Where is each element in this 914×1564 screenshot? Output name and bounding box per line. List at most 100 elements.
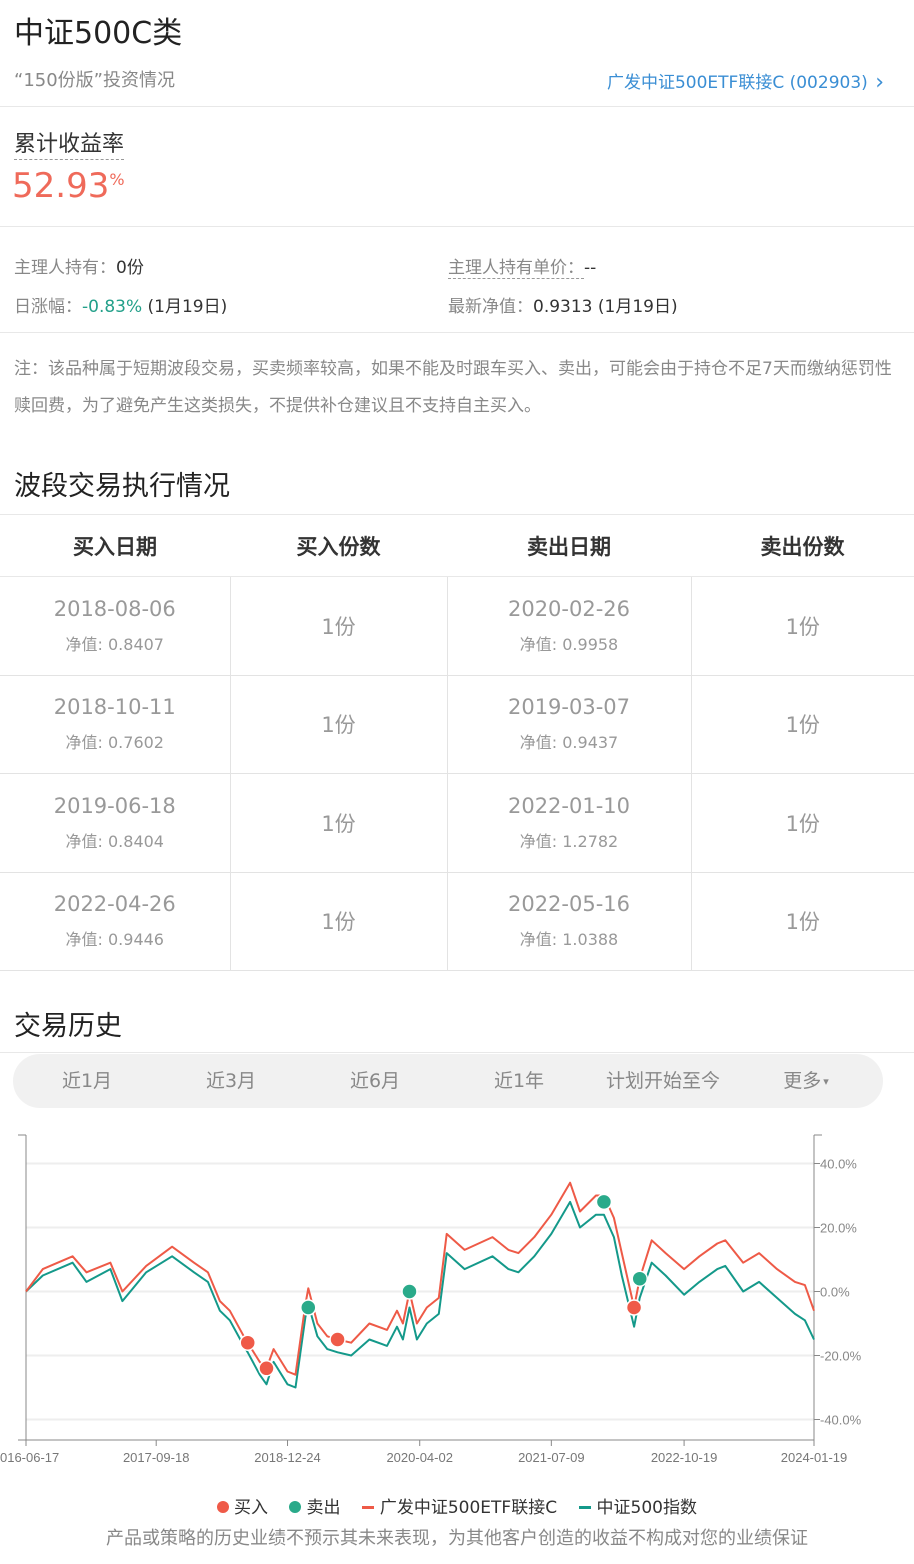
- sell-qty-cell: 1份: [690, 872, 914, 971]
- tab-1y[interactable]: 近1年: [449, 1054, 589, 1108]
- col-header-sell-qty: 卖出份数: [691, 514, 914, 577]
- x-tick-label: 2021-07-09: [518, 1450, 585, 1465]
- sell-nav: 净值: 1.0388: [519, 930, 619, 950]
- cum-return-label[interactable]: 累计收益率: [14, 126, 125, 160]
- history-section-title: 交易历史: [14, 1011, 122, 1042]
- buy-marker: [625, 1299, 643, 1316]
- buy-marker: [258, 1360, 275, 1377]
- buy-date-cell: 2018-10-11 净值: 0.7602: [0, 675, 230, 774]
- daily-change-date: (1月19日): [147, 297, 228, 317]
- chevron-right-icon: ›: [875, 70, 884, 95]
- sell-nav: 净值: 0.9437: [519, 733, 619, 753]
- buy-qty-cell: 1份: [229, 675, 447, 774]
- sell-marker: [631, 1270, 648, 1287]
- range-tabs: 近1月 近3月 近6月 近1年 计划开始至今 更多 ▾: [13, 1054, 883, 1108]
- buy-nav: 净值: 0.9446: [65, 930, 164, 950]
- plan-subtitle: “150份版”投资情况: [14, 70, 176, 91]
- col-header-sell-date: 卖出日期: [447, 514, 691, 577]
- sell-date: 2022-01-10: [507, 793, 631, 818]
- sell-qty: 1份: [785, 713, 820, 738]
- divider: [0, 1052, 914, 1053]
- divider: [0, 332, 914, 333]
- sell-date-cell: 2020-02-26 净值: 0.9958: [446, 576, 691, 676]
- buy-qty-cell: 1份: [229, 576, 447, 676]
- latest-nav-value: 0.9313: [533, 297, 593, 317]
- chart-legend: 买入 卖出 广发中证500ETF联接C 中证500指数: [0, 1493, 914, 1518]
- sell-nav: 净值: 0.9958: [519, 634, 619, 654]
- buy-nav: 净值: 0.7602: [65, 733, 164, 753]
- sell-date-cell: 2022-05-16 净值: 1.0388: [446, 872, 691, 971]
- legend-sell-label: 卖出: [306, 1498, 341, 1518]
- sell-date: 2019-03-07: [507, 695, 631, 720]
- x-tick-label: 2022-10-19: [651, 1450, 718, 1465]
- buy-qty: 1份: [321, 910, 356, 935]
- x-tick-label: 2018-12-24: [254, 1450, 321, 1465]
- divider: [0, 226, 914, 227]
- cum-return-unit: %: [109, 170, 125, 189]
- y-tick-label: -40.0%: [820, 1413, 862, 1428]
- daily-change-value: -0.83%: [82, 297, 143, 317]
- x-tick-label: 2020-04-02: [386, 1450, 453, 1465]
- table-header-row: 买入日期 买入份数 卖出日期 卖出份数: [0, 514, 914, 577]
- return-chart[interactable]: 40.0% 20.0% 0.0% -20.0% -40.0% 2016-06-17 2017…: [0, 1120, 914, 1480]
- latest-nav-info: 最新净值：0.9313 (1月19日): [448, 292, 678, 317]
- legend-fund[interactable]: 广发中证500ETF联接C: [361, 1493, 558, 1518]
- sell-marker: [595, 1193, 613, 1211]
- tab-3m[interactable]: 近3月: [161, 1054, 301, 1108]
- cum-return-number: 52.93: [12, 166, 110, 206]
- buy-date-cell: 2018-08-06 净值: 0.8407: [0, 576, 230, 676]
- col-header-buy-qty: 买入份数: [230, 514, 447, 577]
- index-series-line: [25, 1200, 815, 1389]
- buy-date: 2018-08-06: [53, 596, 176, 621]
- tab-more-label: 更多: [783, 1070, 822, 1092]
- y-tick-label: 0.0%: [820, 1285, 850, 1300]
- buy-date-cell: 2019-06-18 净值: 0.8404: [0, 773, 230, 873]
- sell-qty: 1份: [785, 614, 820, 639]
- latest-nav-date: (1月19日): [597, 297, 678, 317]
- buy-date: 2019-06-18: [53, 793, 176, 818]
- daily-change-info: 日涨幅：-0.83% (1月19日): [14, 292, 227, 317]
- buy-qty: 1份: [321, 713, 356, 738]
- legend-fund-label: 广发中证500ETF联接C: [379, 1498, 558, 1518]
- divider: [0, 106, 914, 107]
- x-tick-label: 2017-09-18: [123, 1450, 190, 1465]
- buy-qty-cell: 1份: [229, 773, 447, 873]
- table-row: 2019-06-18 净值: 0.8404 1份 2022-01-10 净值: 1.…: [0, 773, 914, 873]
- tab-1m[interactable]: 近1月: [17, 1054, 157, 1108]
- buy-date: 2022-04-26: [53, 892, 176, 917]
- buy-marker: [329, 1331, 346, 1348]
- legend-buy[interactable]: 买入: [217, 1493, 268, 1518]
- y-tick-label: 20.0%: [820, 1221, 857, 1236]
- buy-dot-icon: [217, 1501, 230, 1513]
- sell-date: 2020-02-26: [507, 596, 631, 621]
- sell-date-cell: 2019-03-07 净值: 0.9437: [446, 675, 691, 774]
- fund-series-line: [25, 1181, 815, 1376]
- buy-qty-cell: 1份: [229, 872, 447, 971]
- tab-since-start[interactable]: 计划开始至今: [588, 1054, 738, 1108]
- legend-index[interactable]: 中证500指数: [578, 1493, 697, 1518]
- table-row: 2018-08-06 净值: 0.8407 1份 2020-02-26 净值: 0.…: [0, 576, 914, 676]
- legend-sell[interactable]: 卖出: [289, 1493, 340, 1518]
- y-tick-label: 40.0%: [820, 1157, 857, 1172]
- cum-return-value: 52.93%: [12, 166, 125, 206]
- fund-link[interactable]: 广发中证500ETF联接C (002903) ›: [607, 68, 884, 95]
- buy-qty: 1份: [321, 614, 356, 639]
- holding-unit-value: --: [584, 258, 597, 278]
- buy-qty: 1份: [321, 811, 356, 836]
- disclaimer: 产品或策略的历史业绩不预示其未来表现，为其他客户创造的收益不构成对您的业绩保证: [106, 1528, 808, 1549]
- sell-qty-cell: 1份: [690, 576, 914, 676]
- fund-line-icon: [361, 1505, 374, 1509]
- x-tick-label: 2024-01-19: [781, 1450, 848, 1465]
- buy-nav: 净值: 0.8407: [65, 634, 164, 654]
- legend-index-label: 中证500指数: [596, 1498, 697, 1518]
- holding-unit-label[interactable]: 主理人持有单价：: [448, 258, 584, 279]
- tab-6m[interactable]: 近6月: [305, 1054, 445, 1108]
- y-tick-label: -20.0%: [820, 1349, 862, 1364]
- sell-marker: [401, 1283, 418, 1300]
- sell-nav: 净值: 1.2782: [519, 831, 619, 851]
- buy-nav: 净值: 0.8404: [65, 831, 164, 851]
- sell-dot-icon: [289, 1501, 302, 1513]
- table-row: 2018-10-11 净值: 0.7602 1份 2019-03-07 净值: 0.…: [0, 675, 914, 774]
- latest-nav-label: 最新净值：: [448, 297, 533, 317]
- tab-more[interactable]: 更多 ▾: [743, 1054, 869, 1108]
